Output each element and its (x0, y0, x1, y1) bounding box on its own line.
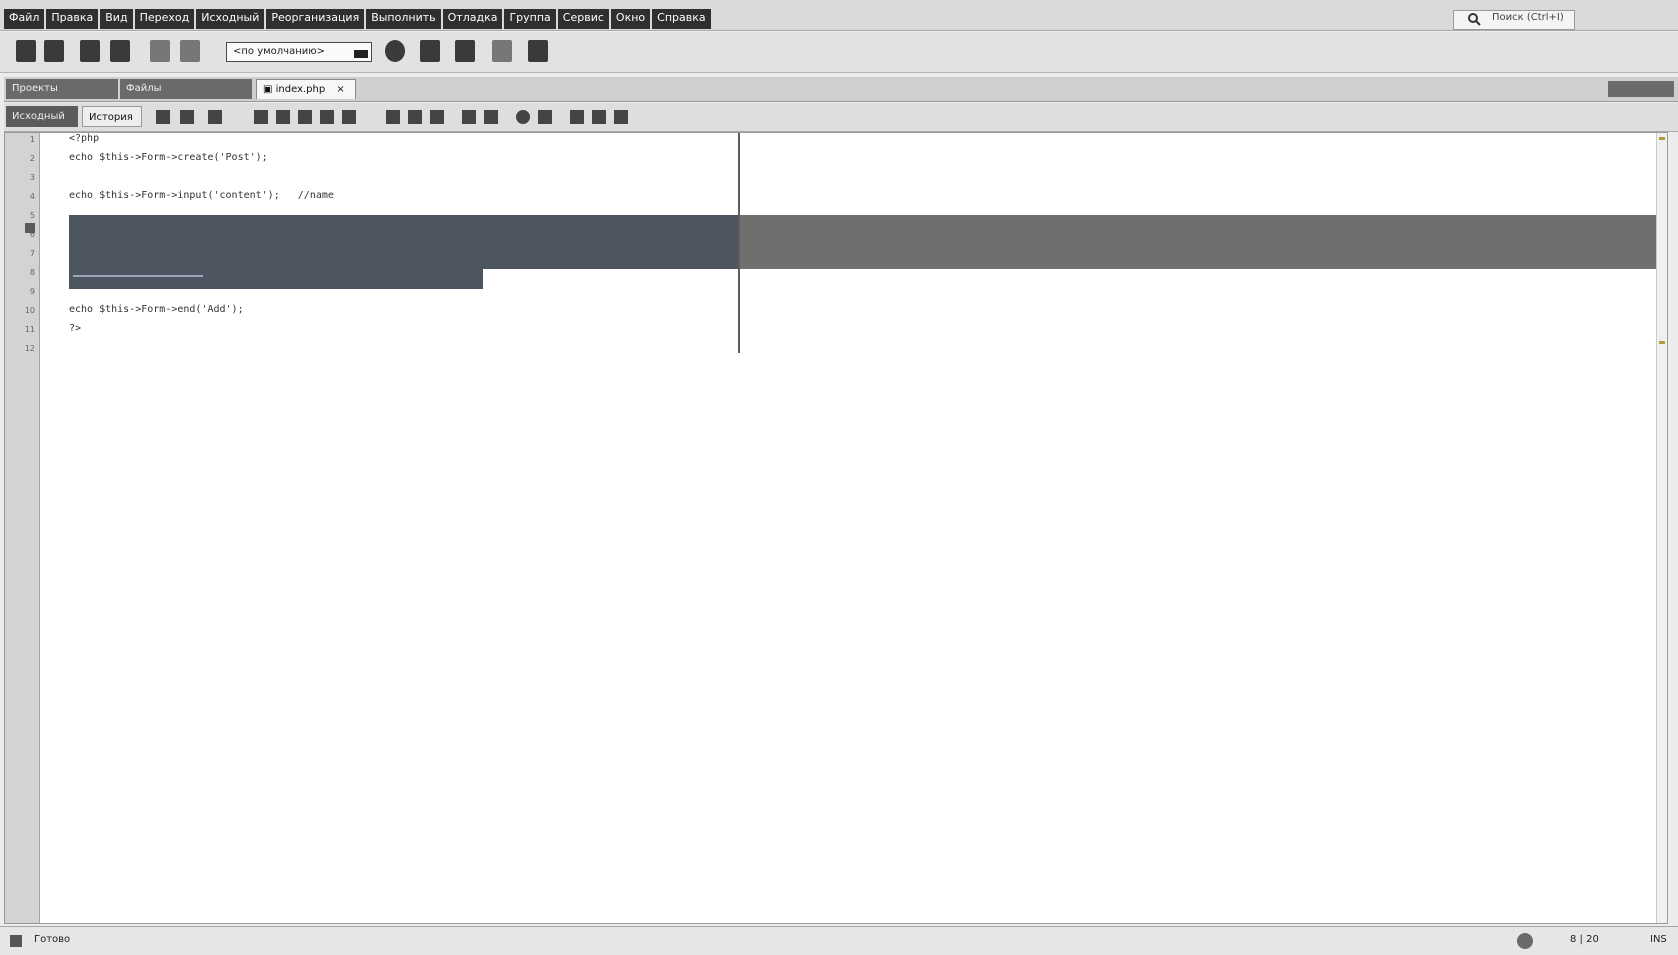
tab-label: index.php (275, 84, 326, 95)
start-macro-icon[interactable] (516, 110, 530, 124)
caret-position: 8 | 20 (1570, 934, 1599, 945)
tab-files[interactable]: Файлы (120, 79, 252, 99)
main-toolbar: <по умолчанию> (0, 32, 1678, 73)
menu-bar: Файл Правка Вид Переход Исходный Реорган… (0, 0, 1678, 31)
code-line: echo $this->Form->input('content'); //na… (69, 190, 334, 201)
redo-icon[interactable] (180, 40, 200, 62)
annotation-mark[interactable] (1659, 341, 1665, 344)
find-next-icon[interactable] (298, 110, 312, 124)
back-icon[interactable] (180, 110, 194, 124)
php-file-icon: ▣ (263, 84, 273, 95)
menu-debug[interactable]: Отладка (442, 9, 503, 29)
menu-edit[interactable]: Правка (46, 9, 99, 29)
code-line: echo $this->Form->create('Post'); (69, 152, 268, 163)
save-all-icon[interactable] (110, 40, 130, 62)
insert-mode: INS (1650, 934, 1667, 945)
next-bookmark-icon[interactable] (430, 110, 444, 124)
line-number: 7 (29, 249, 35, 258)
annotation-mark[interactable] (1659, 137, 1665, 140)
code-line: <?php (69, 133, 100, 144)
uncomment-icon[interactable] (592, 110, 606, 124)
editor-view-toolbar: Исходный код История (4, 103, 1678, 143)
toggle-highlight-icon[interactable] (342, 110, 356, 124)
status-text: Готово (34, 934, 71, 945)
code-line: echo $this->Form->end('Add'); (69, 304, 244, 315)
profile-project-icon[interactable] (528, 40, 548, 62)
menu-run[interactable]: Выполнить (366, 9, 441, 29)
line-number: 5 (29, 211, 35, 220)
menu-view[interactable]: Вид (100, 9, 133, 29)
line-number: 12 (24, 344, 35, 353)
tab-history[interactable]: История (82, 106, 142, 127)
status-icon (10, 935, 22, 947)
chevron-down-icon (354, 50, 368, 58)
open-project-icon[interactable] (80, 40, 100, 62)
line-number: 9 (29, 287, 35, 296)
search-icon[interactable] (1467, 12, 1481, 26)
find-selection-icon[interactable] (320, 110, 334, 124)
line-number: 1 (29, 135, 35, 144)
menu-file[interactable]: Файл (4, 9, 45, 29)
find-icon[interactable] (254, 110, 268, 124)
text-selection (69, 269, 483, 289)
forward-icon[interactable] (208, 110, 222, 124)
editor-tab-bar: Проекты Файлы ▣ index.php × (4, 77, 1678, 102)
menu-help[interactable]: Справка (652, 9, 711, 29)
tab-label: Проекты (12, 83, 58, 94)
code-line: ?> (69, 323, 82, 334)
last-edit-icon[interactable] (156, 110, 170, 124)
breakpoint-icon[interactable] (25, 223, 35, 233)
tab-actions-buttons[interactable] (1608, 81, 1674, 97)
right-margin-guide (738, 133, 740, 353)
debug-project-icon[interactable] (492, 40, 512, 62)
close-icon[interactable]: × (336, 84, 344, 95)
menu-refactor[interactable]: Реорганизация (266, 9, 365, 29)
line-number: 8 (29, 268, 35, 277)
clean-build-icon[interactable] (420, 40, 440, 62)
tab-projects[interactable]: Проекты (6, 79, 118, 99)
text-selection (69, 215, 739, 269)
new-file-icon[interactable] (44, 40, 64, 62)
build-icon[interactable] (385, 40, 405, 62)
menu-list: Файл Правка Вид Переход Исходный Реорган… (4, 9, 713, 29)
new-project-icon[interactable] (16, 40, 36, 62)
menu-window[interactable]: Окно (610, 9, 651, 29)
line-number-gutter[interactable]: 1 2 3 4 5 6 7 8 9 10 11 12 (5, 133, 40, 923)
quick-search-placeholder: Поиск (Ctrl+I) (1492, 12, 1564, 23)
tab-label: Файлы (126, 83, 162, 94)
menu-navigate[interactable]: Переход (134, 9, 195, 29)
find-previous-icon[interactable] (276, 110, 290, 124)
menu-source[interactable]: Исходный (196, 9, 265, 29)
line-number: 10 (24, 306, 35, 315)
comment-icon[interactable] (570, 110, 584, 124)
format-icon[interactable] (614, 110, 628, 124)
status-bar: Готово 8 | 20 INS (0, 926, 1678, 955)
error-stripe[interactable] (1656, 133, 1667, 923)
notification-icon[interactable] (1517, 933, 1533, 949)
previous-bookmark-icon[interactable] (408, 110, 422, 124)
menu-tools[interactable]: Сервис (557, 9, 609, 29)
shift-right-icon[interactable] (484, 110, 498, 124)
config-select-value: <по умолчанию> (233, 46, 326, 57)
undo-icon[interactable] (150, 40, 170, 62)
line-number: 3 (29, 173, 35, 182)
tab-source[interactable]: Исходный код (6, 106, 78, 143)
line-number: 11 (24, 325, 35, 334)
menu-team[interactable]: Группа (504, 9, 556, 29)
line-number: 4 (29, 192, 35, 201)
code-editor[interactable]: 1 2 3 4 5 6 7 8 9 10 11 12 <?php echo $t… (4, 132, 1668, 924)
run-project-icon[interactable] (455, 40, 475, 62)
config-select[interactable]: <по умолчанию> (226, 42, 372, 62)
toggle-bookmark-icon[interactable] (386, 110, 400, 124)
tab-index-php[interactable]: ▣ index.php × (256, 79, 356, 99)
line-number: 2 (29, 154, 35, 163)
stop-macro-icon[interactable] (538, 110, 552, 124)
shift-left-icon[interactable] (462, 110, 476, 124)
